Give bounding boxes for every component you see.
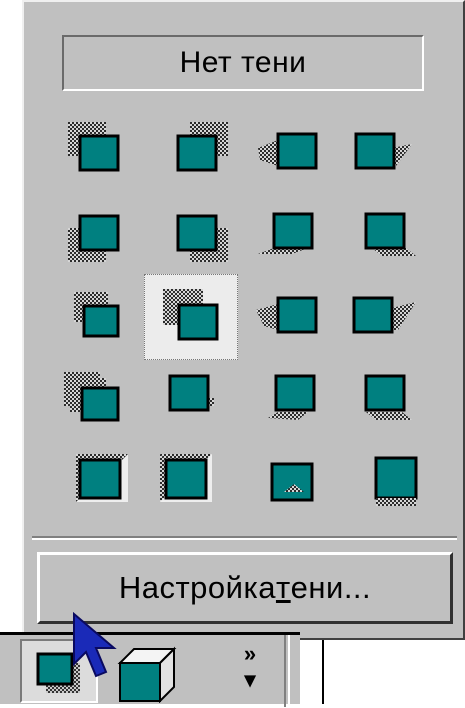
shadow-style-2-3[interactable]	[238, 192, 332, 278]
shadow-style-icon	[256, 296, 318, 334]
shadow-style-icon	[160, 454, 212, 502]
shadow-settings-label-suffix: ени...	[290, 570, 372, 605]
shadow-style-icon	[163, 289, 219, 341]
shadow-style-2-2[interactable]	[144, 192, 238, 278]
shadow-style-3-1[interactable]	[50, 274, 144, 360]
shadow-style-5-4[interactable]	[336, 442, 430, 528]
shadow-style-icon	[258, 212, 314, 254]
shadow-style-icon	[76, 454, 128, 502]
shadow-style-1-1[interactable]	[50, 108, 144, 194]
shadow-style-icon	[352, 296, 416, 334]
dropdown-arrow-icon: ▾	[244, 667, 256, 692]
shadow-style-1-4[interactable]	[336, 108, 430, 194]
shadow-style-icon	[364, 374, 412, 420]
toolbar-divider	[284, 635, 290, 707]
panel-edge	[322, 640, 324, 704]
shadow-style-5-2[interactable]	[144, 442, 238, 528]
shadow-style-4-2[interactable]	[144, 358, 238, 444]
shadow-settings-accelerator: т	[275, 570, 291, 605]
shadow-style-4-1[interactable]	[50, 358, 144, 444]
shadow-style-icon	[176, 122, 228, 172]
shadow-style-icon	[364, 212, 416, 256]
chevron-icon: »	[243, 641, 257, 666]
shadow-style-2-1[interactable]	[50, 192, 144, 278]
shadow-style-4-3[interactable]	[238, 358, 332, 444]
shadow-style-icon	[176, 214, 228, 262]
shadow-style-4-4[interactable]	[336, 358, 430, 444]
menu-separator	[32, 536, 457, 540]
shadow-style-icon	[74, 292, 120, 338]
shadow-style-3-2[interactable]	[144, 274, 238, 360]
shadow-style-icon	[268, 374, 316, 420]
shadow-style-popup: Нет тени Настройка т ени...	[22, 0, 465, 640]
shadow-style-icon	[270, 462, 314, 502]
drawing-toolbar: » ▾	[0, 632, 300, 707]
shadow-style-icon	[258, 132, 318, 170]
shadow-style-1-2[interactable]	[144, 108, 238, 194]
toolbar-overflow-button[interactable]: » ▾	[230, 641, 270, 701]
shadow-style-icon	[68, 122, 120, 172]
shadow-style-3-3[interactable]	[238, 274, 332, 360]
shadow-style-5-1[interactable]	[50, 442, 144, 528]
shadow-style-1-3[interactable]	[238, 108, 332, 194]
shadow-style-icon	[354, 132, 412, 170]
shadow-style-icon	[64, 372, 120, 422]
shadow-style-5-3[interactable]	[238, 442, 332, 528]
shadow-settings-label-prefix: Настройка	[118, 570, 276, 605]
shadow-style-2-4[interactable]	[336, 192, 430, 278]
3d-style-icon	[117, 646, 177, 704]
shadow-style-icon	[374, 456, 418, 506]
shadow-style-3-4[interactable]	[336, 274, 430, 360]
3d-style-toolbar-button[interactable]	[110, 639, 188, 704]
shadow-style-icon	[168, 374, 214, 412]
shadow-style-icon	[68, 214, 120, 262]
mouse-pointer-icon	[73, 612, 117, 678]
shadow-style-grid	[24, 2, 463, 638]
